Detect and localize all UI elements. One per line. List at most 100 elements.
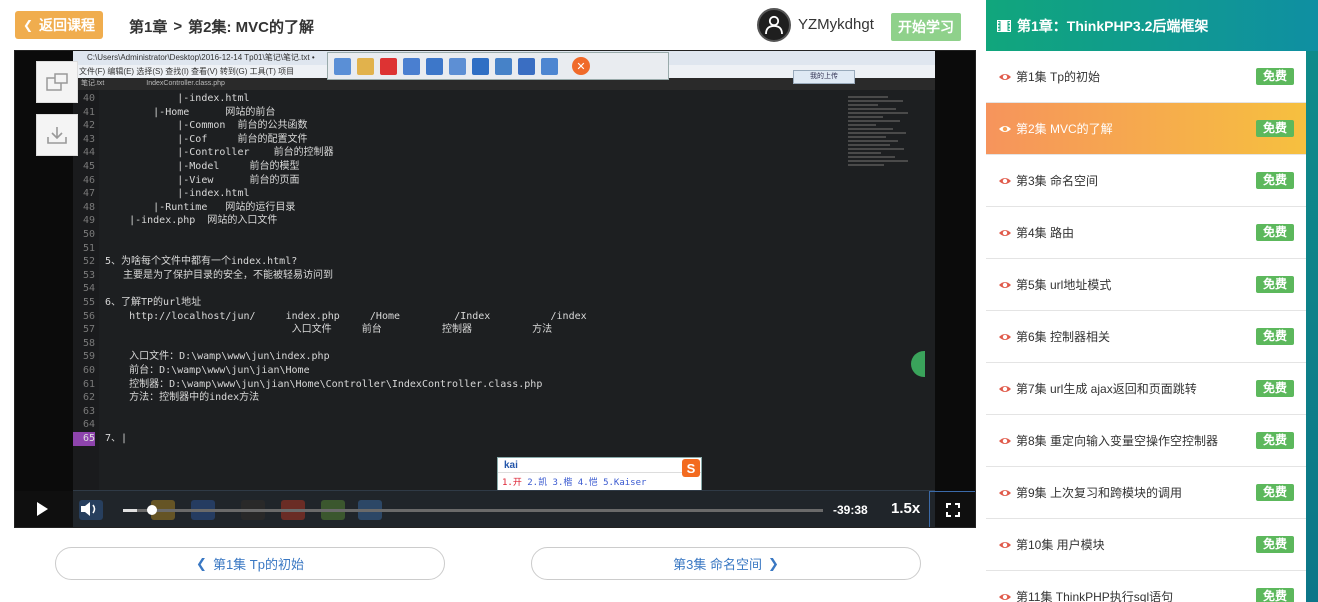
sidebar-episode-item[interactable]: 第9集 上次复习和跨模块的调用 免费 [986,467,1306,519]
back-to-course-button[interactable]: ❮ 返回课程 [15,11,103,39]
progress-bar[interactable] [123,505,823,515]
free-badge: 免费 [1255,588,1294,602]
prev-episode-button[interactable]: ❮ 第1集 Tp的初始 [55,547,445,580]
free-badge: 免费 [1255,484,1294,501]
sidebar-episode-item[interactable]: 第2集 MVC的了解 免费 [986,103,1306,155]
eye-icon [999,385,1011,392]
editor-tab: 笔记.txt [81,80,105,87]
code-text: 前台：D:\wamp\www\jun\jian\Home [105,365,310,376]
code-text: |-Controller 前台的控制器 [105,147,334,159]
sidebar-episode-item[interactable]: 第11集 ThinkPHP执行sql语句 免费 [986,571,1306,602]
code-line: 40 |-index.html [73,92,250,106]
sidebar-episode-item[interactable]: 第4集 路由 免费 [986,207,1306,259]
user-icon [765,15,783,35]
free-badge: 免费 [1255,380,1294,397]
episode-list: 第1集 Tp的初始 免费 第2集 MVC的了解 免费 第3集 命名空间 免费 第4集 路由免… [986,51,1306,602]
free-badge: 免费 [1255,536,1294,553]
ime-candidate: 5.Kaiser [603,478,647,488]
sidebar-episode-item[interactable]: 第1集 Tp的初始 免费 [986,51,1306,103]
code-line: 62 方法：控制器中的index方法 [73,391,259,405]
ime-candidates: 1.开 2.凯 3.楷 4.恺 5.Kaiser [498,473,701,490]
code-line: 53 主要是为了保护目录的安全，不能被轻易访问到 [73,269,333,283]
chevron-left-icon: ❮ [196,555,207,571]
video-player[interactable]: C:\Users\Administrator\Desktop\2016-12-1… [14,50,976,528]
editor-tab: IndexController.class.php [146,80,225,87]
code-line: 55 6、了解TP的url地址 [73,296,201,310]
record-tool-icon [334,57,351,75]
cloud-upload-button: 我的上传 [793,70,855,84]
line-number: 56 [82,310,95,322]
sidebar-episode-item[interactable]: 第10集 用户模块 免费 [986,519,1306,571]
chevron-left-icon: ❮ [22,18,34,32]
progress-handle[interactable] [147,505,157,515]
playback-speed-button[interactable]: 1.5x [891,500,920,517]
start-learning-button[interactable]: 开始学习 [891,13,961,41]
sidebar-title: 第1章：ThinkPHP3.2后端框架 [1017,17,1209,34]
pen-tool-icon [357,57,374,75]
code-text: |-Home 网站的前台 [105,106,276,118]
volume-icon [81,502,96,516]
code-line: 63 [73,405,105,419]
code-line: 51 [73,242,105,256]
code-line: 56 http://localhost/jun/ index.php /Home… [73,310,587,324]
free-badge: 免费 [1255,432,1294,449]
sidebar-scroll-strip[interactable] [1306,51,1318,602]
video-controls: -39:38 1.5x [15,491,975,527]
play-button[interactable] [35,501,49,522]
tool-icon [426,57,443,75]
eye-icon [999,281,1011,288]
code-text: |-Runtime 网站的运行目录 [105,201,296,213]
sidebar-episode-item[interactable]: 第6集 控制器相关 免费 [986,311,1306,363]
eye-icon [999,229,1011,236]
code-text: 6、了解TP的url地址 [105,297,202,308]
username[interactable]: YZMykdhgt [798,16,874,33]
picture-in-picture-button[interactable] [36,61,78,103]
fullscreen-button[interactable] [929,491,975,527]
download-button[interactable] [36,114,78,156]
record-dot-icon [380,57,397,75]
code-line: 54 [73,282,105,296]
episode-label: 第3集 命名空间 [1016,174,1099,188]
ime-candidate: 1.开 [502,478,522,488]
line-number: 55 [82,297,95,308]
ime-candidate: 3.楷 [552,478,573,488]
line-number: 57 [82,324,95,336]
sidebar-episode-item[interactable]: 第3集 命名空间 免费 [986,155,1306,207]
line-number: 61 [82,378,95,390]
breadcrumb: 第1章 > 第2集: MVC的了解 [129,16,314,37]
tool-icon [518,57,535,75]
line-number: 58 [82,337,95,349]
breadcrumb-chapter[interactable]: 第1章 [129,16,167,37]
volume-button[interactable] [79,500,99,523]
next-episode-button[interactable]: 第3集 命名空间 ❯ [531,547,921,580]
code-text: |-View 前台的页面 [105,174,300,186]
sidebar-episode-item[interactable]: 第7集 url生成 ajax返回和页面跳转 免费 [986,363,1306,415]
code-line: 61 控制器：D:\wamp\www\jun\jian\Home\Control… [73,378,542,392]
line-number: 53 [82,269,95,281]
code-text: |-index.html [105,188,250,200]
back-to-course-label: 返回课程 [39,17,96,33]
free-badge: 免费 [1255,328,1294,345]
code-line: 45 |-Model 前台的模型 [73,160,300,174]
breadcrumb-episode: 第2集: MVC的了解 [188,19,314,36]
episode-label: 第6集 控制器相关 [1016,330,1111,344]
code-line: 44 |-Controller 前台的控制器 [73,146,334,160]
progress-fill [123,509,137,512]
sidebar-episode-item[interactable]: 第5集 url地址模式 免费 [986,259,1306,311]
episode-label: 第2集 MVC的了解 [1016,122,1113,136]
eye-icon [999,541,1011,548]
eye-icon [999,437,1011,444]
avatar[interactable] [757,8,791,42]
free-badge: 免费 [1255,276,1294,293]
line-number: 65 [73,432,95,446]
sidebar-episode-item[interactable]: 第8集 重定向输入变量空操作空控制器 免费 [986,415,1306,467]
window-icon [46,73,68,91]
line-number: 51 [82,242,95,254]
code-line: 58 [73,337,105,351]
sogou-logo-icon: S [682,459,700,477]
episode-label: 第1集 Tp的初始 [1016,70,1101,84]
line-number: 59 [82,351,95,363]
tool-icon [449,57,466,75]
prev-episode-label: 第1集 Tp的初始 [212,557,304,572]
close-icon: ✕ [572,57,590,75]
